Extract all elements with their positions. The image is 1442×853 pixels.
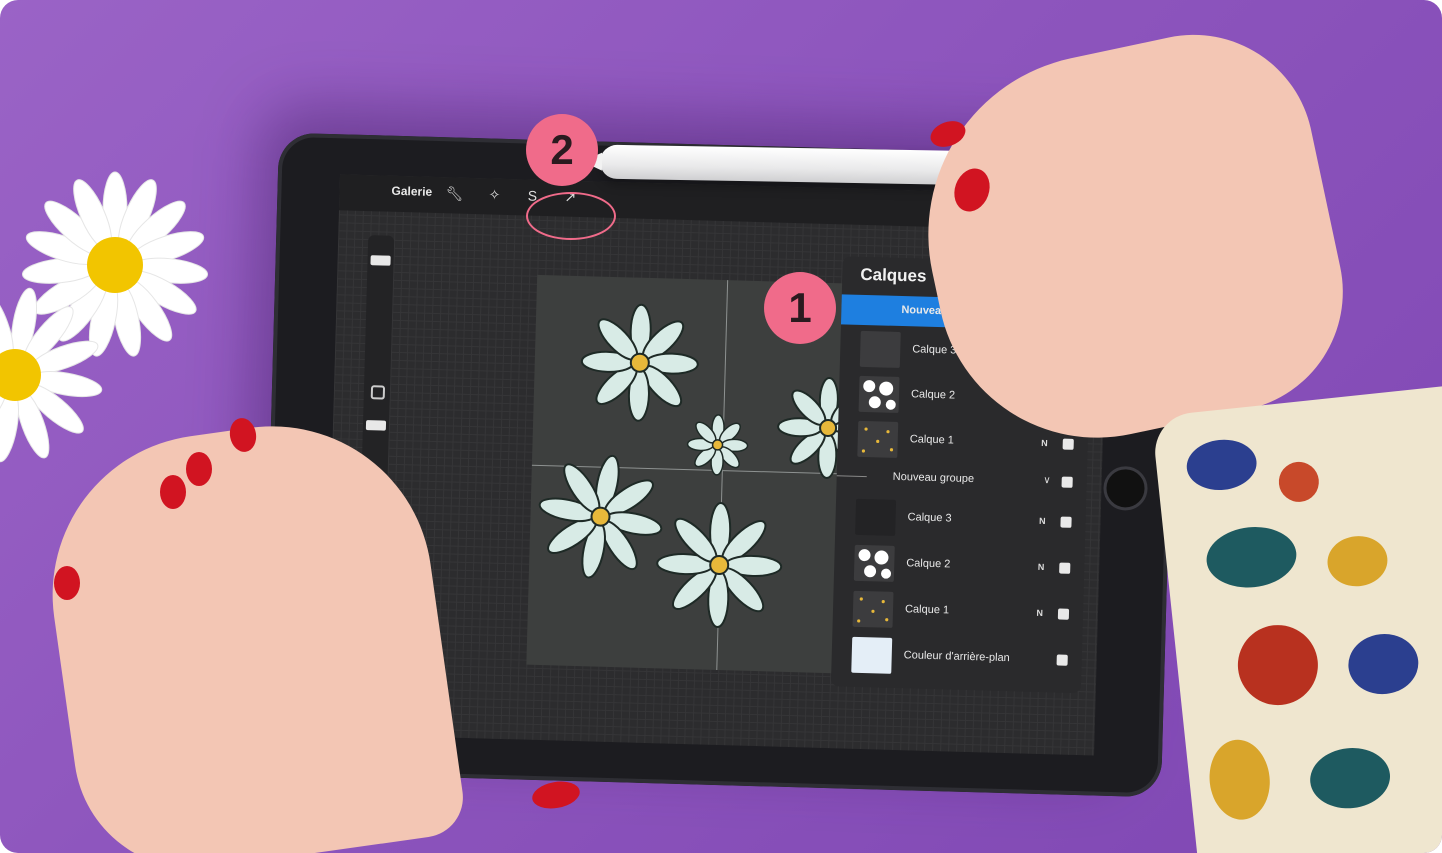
home-button[interactable] xyxy=(1102,465,1149,511)
fingernail xyxy=(186,452,212,486)
visibility-checkbox[interactable] xyxy=(1056,654,1068,666)
wrench-icon[interactable]: 🔧︎ xyxy=(445,184,463,202)
fingernail xyxy=(530,778,582,812)
dots-thumbnail-icon xyxy=(857,597,889,623)
opacity-slider[interactable] xyxy=(365,420,387,431)
layer-thumbnail xyxy=(855,498,897,536)
layer-row-label: Calque 3 xyxy=(912,343,957,357)
blend-mode-badge[interactable]: N xyxy=(1038,562,1045,572)
annotation-badge-2: 2 xyxy=(526,114,598,186)
layer-row[interactable]: Calque 3 N xyxy=(835,494,1086,545)
daisy-flower-small xyxy=(0,287,103,463)
layer-row-label: Calque 3 xyxy=(907,511,952,525)
pattern-shape xyxy=(1233,621,1322,710)
pattern-shape xyxy=(1307,744,1394,813)
layer-row[interactable]: Calque 1 N xyxy=(832,586,1083,637)
photo-scene: Galerie 🔧︎ ✧ S ↗ ∕ ✋︎ ▭ ↶ ↷ xyxy=(0,0,1442,853)
layer-row-label: Nouveau groupe xyxy=(892,470,975,486)
visibility-checkbox[interactable] xyxy=(1059,562,1071,574)
gallery-button[interactable]: Galerie xyxy=(391,184,432,199)
layer-row-label: Calque 1 xyxy=(904,603,950,617)
pattern-shape xyxy=(1345,630,1422,698)
layer-thumbnail xyxy=(858,375,900,413)
layer-row-label: Couleur d'arrière-plan xyxy=(903,649,1010,665)
visibility-checkbox[interactable] xyxy=(1060,516,1072,528)
blend-mode-badge[interactable]: N xyxy=(1041,438,1048,448)
magic-wand-icon[interactable]: ✧ xyxy=(485,185,503,203)
layer-row-label: Calque 2 xyxy=(906,557,951,571)
pattern-shape xyxy=(1203,522,1300,592)
annotation-badge-1: 1 xyxy=(764,272,836,344)
visibility-checkbox[interactable] xyxy=(1057,608,1070,620)
layer-row-label: Calque 1 xyxy=(909,433,954,447)
modify-button-icon[interactable] xyxy=(370,385,386,400)
dots-thumbnail-icon xyxy=(861,427,894,453)
patterned-sleeve xyxy=(1151,385,1442,853)
group-divider xyxy=(836,475,867,478)
visibility-checkbox[interactable] xyxy=(1062,438,1074,450)
pattern-shape xyxy=(1184,436,1260,494)
pattern-shape xyxy=(1205,736,1274,823)
blend-mode-badge[interactable]: N xyxy=(1036,608,1043,618)
layer-row[interactable]: Calque 2 N xyxy=(834,540,1085,591)
background-color-swatch xyxy=(851,636,893,674)
layers-panel-title: Calques xyxy=(860,264,927,286)
pattern-shape xyxy=(1325,533,1390,590)
layer-row-label: Calque 2 xyxy=(910,388,956,402)
fingernail xyxy=(160,475,186,509)
background-color-row[interactable]: Couleur d'arrière-plan xyxy=(831,632,1082,683)
chevron-down-icon[interactable]: ∨ xyxy=(1043,475,1051,486)
layer-thumbnail xyxy=(852,590,894,628)
fingernail xyxy=(54,566,80,600)
layer-group-row[interactable]: Nouveau groupe ∨ xyxy=(836,461,1087,498)
annotation-highlight-ring xyxy=(526,192,616,240)
flowers-thumbnail-icon xyxy=(863,380,896,410)
visibility-checkbox[interactable] xyxy=(1061,476,1073,488)
blend-mode-badge[interactable]: N xyxy=(1039,516,1046,526)
pattern-shape xyxy=(1276,459,1321,504)
flowers-thumbnail-icon xyxy=(858,549,892,579)
layer-thumbnail xyxy=(859,330,901,368)
brush-size-slider[interactable] xyxy=(370,255,391,266)
layer-thumbnail xyxy=(853,544,895,582)
drawn-daisy-5 xyxy=(656,502,783,628)
drawn-daisy-2 xyxy=(686,414,749,476)
layer-thumbnail xyxy=(857,420,899,458)
